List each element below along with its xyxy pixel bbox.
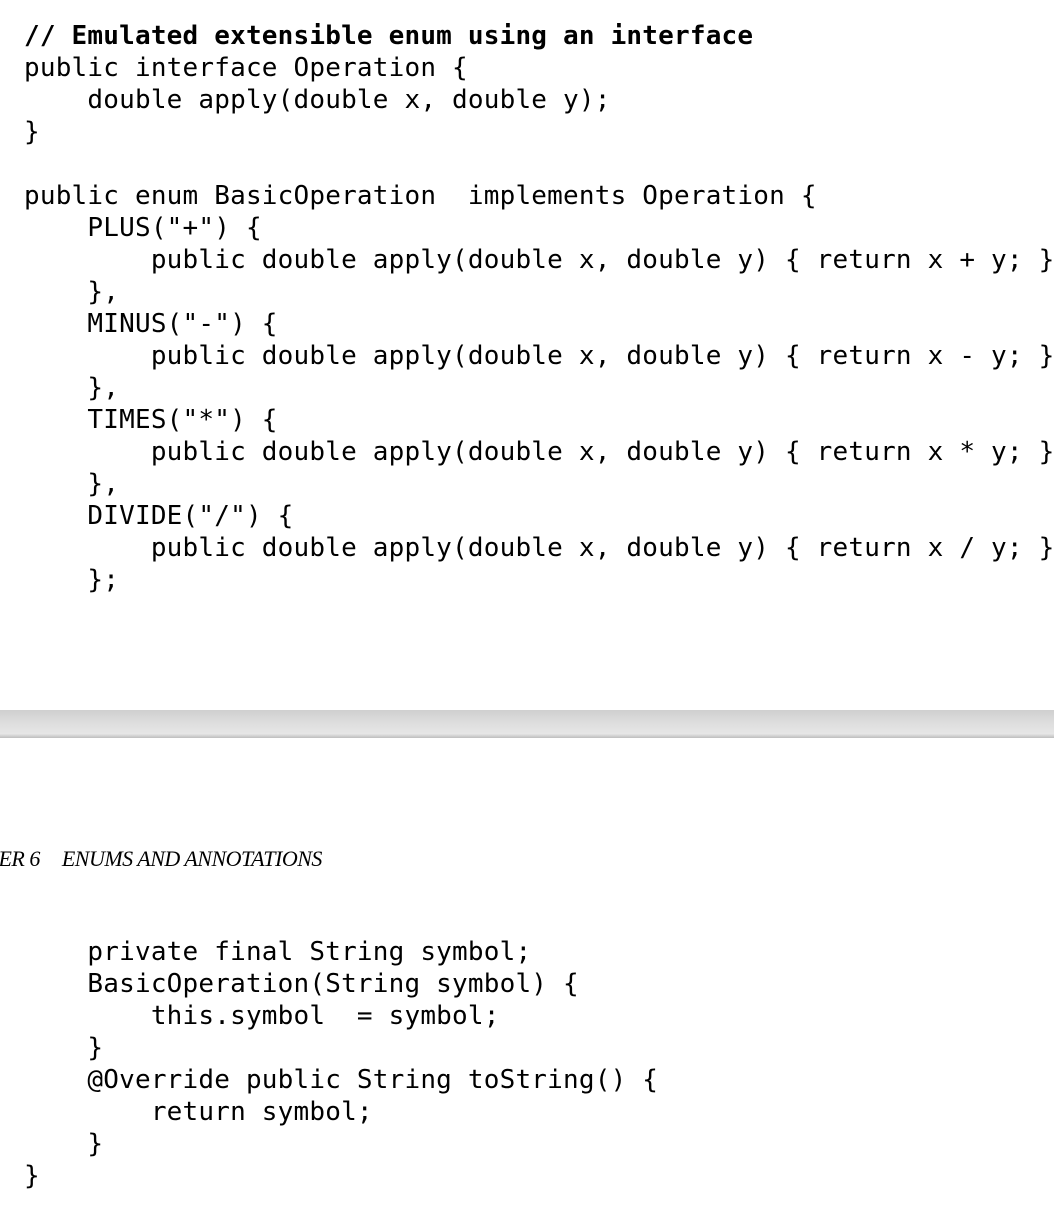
- code-line: PLUS("+") {: [24, 213, 262, 243]
- page-divider: [0, 710, 1054, 738]
- code-listing-top: // Emulated extensible enum using an int…: [24, 20, 1054, 596]
- code-line: double apply(double x, double y);: [24, 85, 611, 115]
- code-line: public interface Operation {: [24, 53, 468, 83]
- code-line: public enum BasicOperation implements Op…: [24, 181, 817, 211]
- code-line: },: [24, 469, 120, 499]
- code-line: private final String symbol;: [24, 937, 532, 967]
- code-line: },: [24, 373, 120, 403]
- code-line: DIVIDE("/") {: [24, 501, 294, 531]
- code-line: TIMES("*") {: [24, 405, 278, 435]
- code-line: // Emulated extensible enum using an int…: [24, 21, 754, 51]
- code-listing-bottom: private final String symbol; BasicOperat…: [24, 936, 658, 1192]
- code-line: public double apply(double x, double y) …: [24, 245, 1054, 275]
- code-line: public double apply(double x, double y) …: [24, 341, 1054, 371]
- code-line: this.symbol = symbol;: [24, 1001, 500, 1031]
- code-line: };: [24, 565, 120, 595]
- running-header: IAPTER 6 ENUMS AND ANNOTATIONS: [0, 846, 322, 872]
- code-line: MINUS("-") {: [24, 309, 278, 339]
- code-line: },: [24, 277, 120, 307]
- code-line: }: [24, 1033, 104, 1063]
- code-line: return symbol;: [24, 1097, 373, 1127]
- code-line: public double apply(double x, double y) …: [24, 533, 1054, 563]
- chapter-number: IAPTER 6: [0, 846, 40, 871]
- page-top: // Emulated extensible enum using an int…: [0, 0, 1054, 710]
- code-line: ​: [24, 148, 1054, 180]
- code-line: BasicOperation(String symbol) {: [24, 969, 579, 999]
- code-line: @Override public String toString() {: [24, 1065, 659, 1095]
- code-line: }: [24, 1161, 40, 1191]
- code-line: public double apply(double x, double y) …: [24, 437, 1054, 467]
- code-line: }: [24, 117, 40, 147]
- code-line: }: [24, 1129, 104, 1159]
- chapter-title: ENUMS AND ANNOTATIONS: [61, 846, 323, 871]
